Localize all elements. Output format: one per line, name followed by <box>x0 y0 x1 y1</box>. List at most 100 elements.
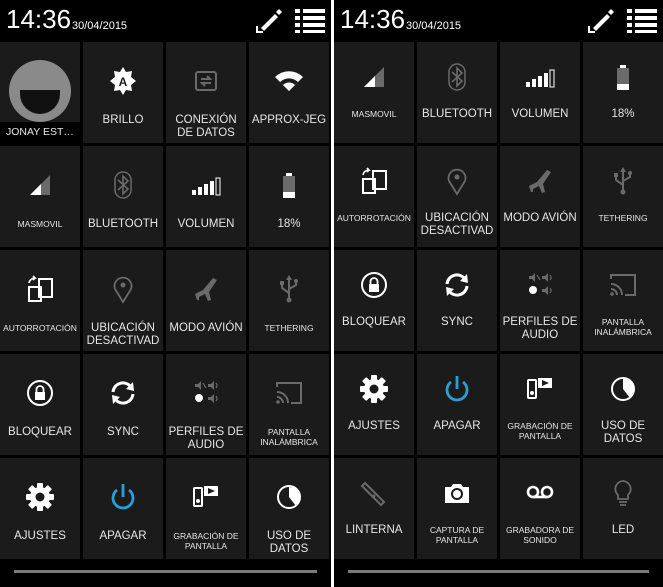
tile-bloquear[interactable]: BLOQUEAR <box>334 250 414 351</box>
led-icon <box>608 478 638 508</box>
drag-handle[interactable] <box>14 570 317 573</box>
tile-volumen[interactable]: VOLUMEN <box>166 146 246 247</box>
tile-apagar[interactable]: APAGAR <box>417 354 497 455</box>
tile-label: PANTALLA INALÁMBRICA <box>260 427 318 447</box>
tile-volumen[interactable]: VOLUMEN <box>500 42 580 143</box>
tile-masmovil[interactable]: MASMOVIL <box>334 42 414 143</box>
wifi-icon <box>274 66 304 96</box>
tile-pantalla-inalambrica[interactable]: PANTALLA INALÁMBRICA <box>583 250 663 351</box>
tile-ubicacion-desactivad[interactable]: UBICACIÓN DESACTIVAD <box>83 250 163 351</box>
tile-grabadora-de-sonido[interactable]: GRABADORA DE SONIDO <box>500 458 580 559</box>
sync-icon <box>442 270 472 300</box>
gear-icon <box>359 374 389 404</box>
tile-label: 18% <box>611 108 635 120</box>
edit-icon[interactable] <box>585 6 615 36</box>
bluetooth-icon <box>108 170 138 200</box>
tile-label: UBICACIÓN DESACTIVAD <box>420 212 494 237</box>
tile-label: SYNC <box>107 426 139 438</box>
tile-label: MODO AVIÓN <box>503 212 577 224</box>
volume-icon <box>525 62 555 92</box>
sound-recorder-icon <box>525 478 555 508</box>
tile-captura-de-pantalla[interactable]: CAPTURA DE PANTALLA <box>417 458 497 559</box>
airplane-icon <box>525 166 555 196</box>
edit-icon[interactable] <box>253 6 283 36</box>
tile-label: AJUSTES <box>14 530 66 542</box>
tile-label: PANTALLA INALÁMBRICA <box>594 317 652 337</box>
tile-apagar[interactable]: APAGAR <box>83 458 163 559</box>
power-icon <box>442 374 472 404</box>
tile-bluetooth[interactable]: BLUETOOTH <box>83 146 163 247</box>
signal-icon <box>359 62 389 92</box>
tile-label: TETHERING <box>264 323 314 333</box>
tile-masmovil[interactable]: MASMOVIL <box>0 146 80 247</box>
tile-perfiles-de-audio[interactable]: PERFILES DE AUDIO <box>500 250 580 351</box>
tile-uso-de-datos[interactable]: USO DE DATOS <box>249 458 329 559</box>
tile-label: APAGAR <box>433 420 481 432</box>
tile-conexion-de-datos[interactable]: CONEXIÓN DE DATOS <box>166 42 246 143</box>
sync-icon <box>108 378 138 408</box>
tile-perfiles-de-audio[interactable]: PERFILES DE AUDIO <box>166 354 246 455</box>
date: 30/04/2015 <box>406 20 462 32</box>
tile-label: PERFILES DE AUDIO <box>168 426 244 451</box>
power-icon <box>108 482 138 512</box>
tile-label: GRABACIÓN DE PANTALLA <box>173 531 239 551</box>
tile-label: BLUETOOTH <box>421 108 493 120</box>
tile-brillo[interactable]: A BRILLO <box>83 42 163 143</box>
airplane-icon <box>191 274 221 304</box>
tile-label: BLUETOOTH <box>87 218 159 230</box>
tile-autorrotacion[interactable]: AUTORROTACIÓN <box>0 250 80 351</box>
tile-user[interactable]: JONAY EST… <box>0 42 80 144</box>
date: 30/04/2015 <box>72 20 128 32</box>
signal-icon <box>25 170 55 200</box>
data-usage-icon <box>274 482 304 512</box>
tile-18[interactable]: 18% <box>249 146 329 247</box>
tile-led[interactable]: LED <box>583 458 663 559</box>
audio-profiles-icon <box>191 378 221 408</box>
tile-tethering[interactable]: TETHERING <box>583 146 663 247</box>
tile-label: PERFILES DE AUDIO <box>502 316 578 341</box>
tile-sync[interactable]: SYNC <box>83 354 163 455</box>
tile-autorrotacion[interactable]: AUTORROTACIÓN <box>334 146 414 247</box>
tile-bloquear[interactable]: BLOQUEAR <box>0 354 80 455</box>
tile-label: VOLUMEN <box>177 218 235 230</box>
battery-icon <box>608 62 638 92</box>
tile-ubicacion-desactivad[interactable]: UBICACIÓN DESACTIVAD <box>417 146 497 247</box>
tile-label: JONAY EST… <box>6 126 74 138</box>
tile-label: UBICACIÓN DESACTIVAD <box>86 322 160 347</box>
drag-handle[interactable] <box>348 570 649 573</box>
tile-ajustes[interactable]: AJUSTES <box>0 458 80 559</box>
tile-label: SYNC <box>441 316 473 328</box>
tile-bluetooth[interactable]: BLUETOOTH <box>417 42 497 143</box>
list-icon[interactable] <box>627 8 657 34</box>
brightness-icon: A <box>108 66 138 96</box>
status-bar: 14:36 30/04/2015 <box>0 0 331 42</box>
screen-record-icon <box>191 482 221 512</box>
tile-modo-avion[interactable]: MODO AVIÓN <box>166 250 246 351</box>
tile-uso-de-datos[interactable]: USO DE DATOS <box>583 354 663 455</box>
tile-label: APAGAR <box>99 530 147 542</box>
tile-grabacion-de-pantalla[interactable]: GRABACIÓN DE PANTALLA <box>166 458 246 559</box>
tile-label: CAPTURA DE PANTALLA <box>429 525 485 545</box>
tile-18[interactable]: 18% <box>583 42 663 143</box>
audio-profiles-icon <box>525 270 555 300</box>
tile-grabacion-de-pantalla[interactable]: GRABACIÓN DE PANTALLA <box>500 354 580 455</box>
tile-approx-jeg[interactable]: APPROX-JEG <box>249 42 329 143</box>
avatar <box>9 60 71 122</box>
cast-icon <box>608 270 638 300</box>
volume-icon <box>191 170 221 200</box>
tile-modo-avion[interactable]: MODO AVIÓN <box>500 146 580 247</box>
tile-pantalla-inalambrica[interactable]: PANTALLA INALÁMBRICA <box>249 354 329 455</box>
list-icon[interactable] <box>295 8 325 34</box>
lock-icon <box>25 378 55 408</box>
clock: 14:36 <box>340 4 406 34</box>
screenshot-icon <box>442 478 472 508</box>
tile-ajustes[interactable]: AJUSTES <box>334 354 414 455</box>
tile-linterna[interactable]: LINTERNA <box>334 458 414 559</box>
tile-tethering[interactable]: TETHERING <box>249 250 329 351</box>
tile-label: GRABADORA DE SONIDO <box>505 525 575 545</box>
tile-label: GRABACIÓN DE PANTALLA <box>507 421 573 441</box>
tile-label: APPROX-JEG <box>251 114 327 126</box>
tile-label: MASMOVIL <box>17 219 63 229</box>
tile-sync[interactable]: SYNC <box>417 250 497 351</box>
tile-label: BLOQUEAR <box>8 426 72 438</box>
